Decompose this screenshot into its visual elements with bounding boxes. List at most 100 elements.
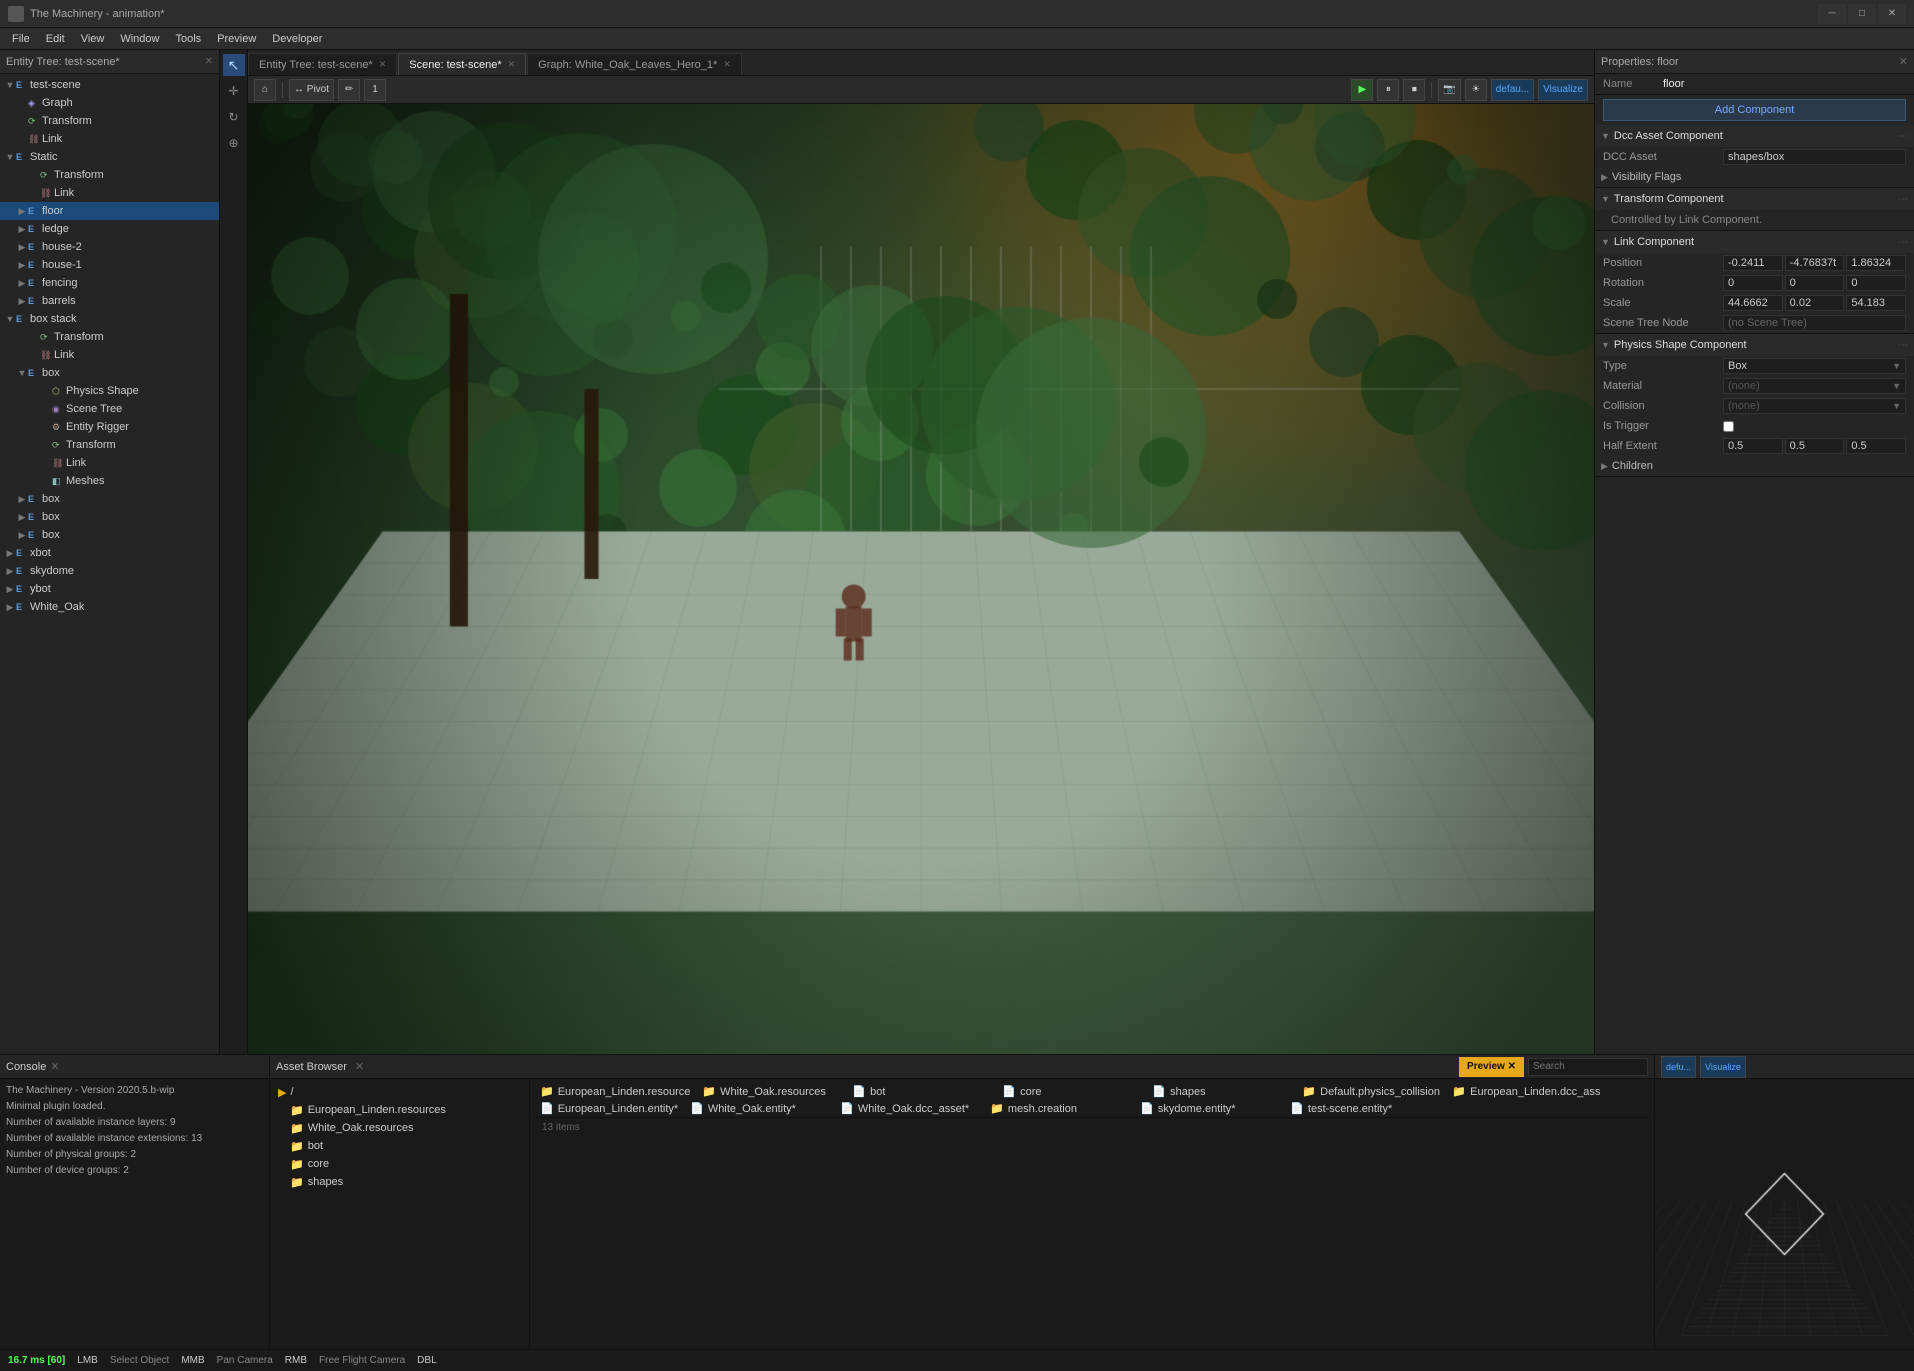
- number-button[interactable]: 1: [364, 79, 386, 101]
- menu-tools[interactable]: Tools: [167, 31, 209, 47]
- position-x[interactable]: -0.2411: [1723, 255, 1783, 271]
- menu-preview[interactable]: Preview: [209, 31, 264, 47]
- tree-item-ledge[interactable]: ▶ E ledge: [0, 220, 219, 238]
- asset-item[interactable]: 📁 European_Linden.dcc_ass: [1446, 1083, 1606, 1100]
- position-z[interactable]: 1.86324: [1846, 255, 1906, 271]
- asset-item[interactable]: 📄 European_Linden.entity*: [534, 1100, 684, 1117]
- physics-menu[interactable]: ⋯: [1898, 340, 1908, 351]
- dcc-menu[interactable]: ⋯: [1898, 131, 1908, 142]
- entity-tree-close[interactable]: ✕: [205, 56, 213, 67]
- tree-item-entity-rigger[interactable]: ⚙ Entity Rigger: [0, 418, 219, 436]
- asset-tree-core[interactable]: 📁 core: [274, 1155, 525, 1173]
- tree-item-static[interactable]: ▼ E Static: [0, 148, 219, 166]
- visibility-flags-header[interactable]: ▶ Visibility Flags: [1595, 167, 1914, 187]
- asset-item[interactable]: 📄 test-scene.entity*: [1284, 1100, 1434, 1117]
- stop-button[interactable]: ⏹: [1403, 79, 1425, 101]
- console-close[interactable]: ✕: [50, 1060, 59, 1073]
- tree-item-meshes[interactable]: ◧ Meshes: [0, 472, 219, 490]
- asset-search-input[interactable]: [1528, 1058, 1648, 1076]
- scene-viewport[interactable]: [248, 104, 1594, 1054]
- add-component-button[interactable]: Add Component: [1603, 99, 1906, 121]
- mini-viewport-content[interactable]: [1655, 1079, 1914, 1349]
- tree-item-house1[interactable]: ▶ E house-1: [0, 256, 219, 274]
- mini-default-button[interactable]: defu...: [1661, 1056, 1696, 1078]
- rotation-y[interactable]: 0: [1785, 275, 1845, 291]
- tree-item-floor[interactable]: ▶ E floor: [0, 202, 219, 220]
- tree-item-box-main[interactable]: ▼ E box: [0, 364, 219, 382]
- tab-graph[interactable]: Graph: White_Oak_Leaves_Hero_1* ✕: [527, 53, 742, 75]
- tab-entity-tree-close[interactable]: ✕: [379, 59, 387, 70]
- play-button[interactable]: ▶: [1351, 79, 1373, 101]
- tree-item-fencing[interactable]: ▶ E fencing: [0, 274, 219, 292]
- tree-item-physics-shape[interactable]: ⬡ Physics Shape: [0, 382, 219, 400]
- half-extent-z[interactable]: 0.5: [1846, 438, 1906, 454]
- close-button[interactable]: ✕: [1878, 4, 1906, 24]
- half-extent-x[interactable]: 0.5: [1723, 438, 1783, 454]
- asset-tree-shapes[interactable]: 📁 shapes: [274, 1173, 525, 1191]
- asset-item[interactable]: 📄 skydome.entity*: [1134, 1100, 1284, 1117]
- default-shading-button[interactable]: defau...: [1491, 79, 1534, 101]
- tree-item-barrels[interactable]: ▶ E barrels: [0, 292, 219, 310]
- preview-button[interactable]: Preview ✕: [1459, 1057, 1524, 1077]
- scene-tree-node-value[interactable]: (no Scene Tree): [1723, 315, 1906, 331]
- tree-item-skydome[interactable]: ▶ E skydome: [0, 562, 219, 580]
- tree-item-white-oak[interactable]: ▶ E White_Oak: [0, 598, 219, 616]
- menu-view[interactable]: View: [73, 31, 113, 47]
- rotation-x[interactable]: 0: [1723, 275, 1783, 291]
- pivot-button[interactable]: ↔ Pivot: [289, 79, 334, 101]
- pause-button[interactable]: ⏸: [1377, 79, 1399, 101]
- tab-entity-tree[interactable]: Entity Tree: test-scene* ✕: [248, 53, 397, 75]
- menu-window[interactable]: Window: [112, 31, 167, 47]
- rotate-tool-button[interactable]: ↻: [223, 106, 245, 128]
- tree-item-xbot[interactable]: ▶ E xbot: [0, 544, 219, 562]
- asset-tree-bot[interactable]: 📁 bot: [274, 1137, 525, 1155]
- asset-item[interactable]: 📁 mesh.creation: [984, 1100, 1134, 1117]
- physics-shape-header[interactable]: ▼ Physics Shape Component ⋯: [1595, 334, 1914, 356]
- asset-root-item[interactable]: ▶ /: [274, 1083, 525, 1101]
- material-dropdown[interactable]: (none) ▼: [1723, 378, 1906, 394]
- tree-item-box3[interactable]: ▶ E box: [0, 508, 219, 526]
- children-header[interactable]: ▶ Children: [1595, 456, 1914, 476]
- properties-close[interactable]: ✕: [1899, 55, 1908, 68]
- dcc-asset-value[interactable]: shapes/box: [1723, 149, 1906, 165]
- tree-item-box2[interactable]: ▶ E box: [0, 490, 219, 508]
- asset-item[interactable]: 📁 European_Linden.resource: [534, 1083, 696, 1100]
- asset-item[interactable]: 📄 White_Oak.dcc_asset*: [834, 1100, 984, 1117]
- asset-item[interactable]: 📄 core: [996, 1083, 1146, 1100]
- tree-item-link-root[interactable]: ⛓ Link: [0, 130, 219, 148]
- brush-button[interactable]: ✏: [338, 79, 360, 101]
- tree-item-test-scene[interactable]: ▼ E test-scene: [0, 76, 219, 94]
- rotation-z[interactable]: 0: [1846, 275, 1906, 291]
- asset-item[interactable]: 📄 bot: [846, 1083, 996, 1100]
- tree-item-link-static[interactable]: ⛓ Link: [0, 184, 219, 202]
- type-dropdown[interactable]: Box ▼: [1723, 358, 1906, 374]
- link-header[interactable]: ▼ Link Component ⋯: [1595, 231, 1914, 253]
- tree-item-transform-box[interactable]: ⟳ Transform: [0, 436, 219, 454]
- tree-item-boxstack[interactable]: ▼ E box stack: [0, 310, 219, 328]
- select-tool-button[interactable]: ↖: [223, 54, 245, 76]
- tree-item-transform-static[interactable]: ⟳ Transform: [0, 166, 219, 184]
- tree-item-transform-bs[interactable]: ⟳ Transform: [0, 328, 219, 346]
- tree-item-scene-tree[interactable]: ◉ Scene Tree: [0, 400, 219, 418]
- tab-scene-close[interactable]: ✕: [508, 59, 516, 70]
- transform-menu[interactable]: ⋯: [1898, 194, 1908, 205]
- minimize-button[interactable]: ─: [1818, 4, 1846, 24]
- tree-item-box4[interactable]: ▶ E box: [0, 526, 219, 544]
- scale-z[interactable]: 54.183: [1846, 295, 1906, 311]
- tree-item-link-box[interactable]: ⛓ Link: [0, 454, 219, 472]
- asset-item[interactable]: 📁 White_Oak.resources: [696, 1083, 846, 1100]
- tree-item-graph[interactable]: ◈ Graph: [0, 94, 219, 112]
- menu-edit[interactable]: Edit: [38, 31, 73, 47]
- half-extent-y[interactable]: 0.5: [1785, 438, 1845, 454]
- tree-item-transform-root[interactable]: ⟳ Transform: [0, 112, 219, 130]
- maximize-button[interactable]: □: [1848, 4, 1876, 24]
- tree-item-ybot[interactable]: ▶ E ybot: [0, 580, 219, 598]
- transform-header[interactable]: ▼ Transform Component ⋯: [1595, 188, 1914, 210]
- scale-y[interactable]: 0.02: [1785, 295, 1845, 311]
- scale-x[interactable]: 44.6662: [1723, 295, 1783, 311]
- tree-item-house2[interactable]: ▶ E house-2: [0, 238, 219, 256]
- camera-button[interactable]: 📷: [1438, 79, 1460, 101]
- asset-item[interactable]: 📄 White_Oak.entity*: [684, 1100, 834, 1117]
- asset-item[interactable]: 📁 Default.physics_collision: [1296, 1083, 1446, 1100]
- collision-dropdown[interactable]: (none) ▼: [1723, 398, 1906, 414]
